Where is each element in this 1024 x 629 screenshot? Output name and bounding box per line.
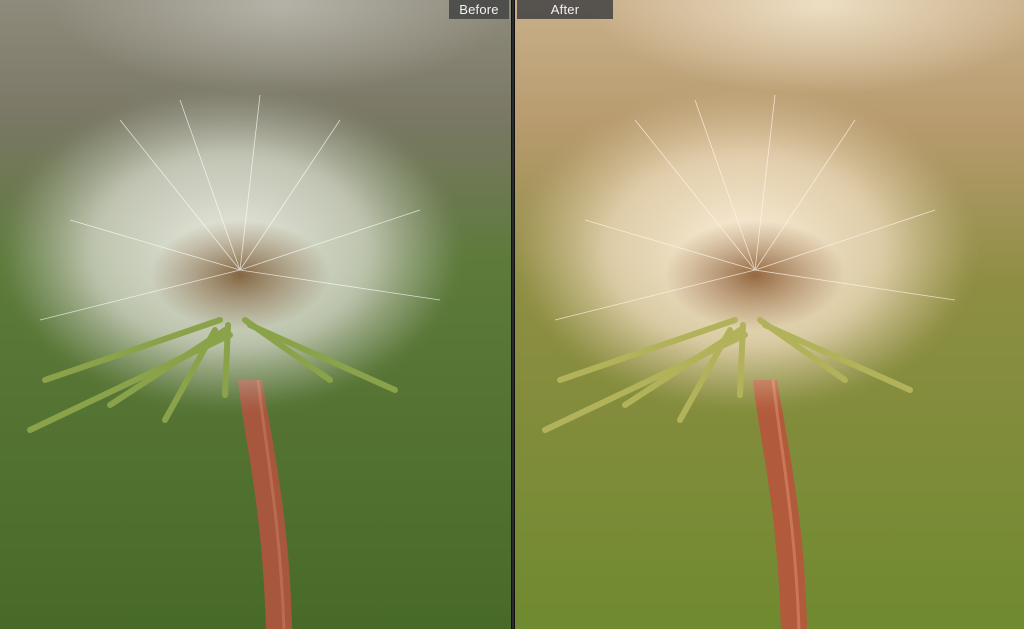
before-image-pane[interactable] — [0, 0, 511, 629]
after-label: After — [517, 0, 613, 19]
before-label: Before — [449, 0, 509, 19]
after-photo — [515, 0, 1024, 629]
before-after-viewer: Before After — [0, 0, 1024, 629]
before-photo — [0, 0, 511, 629]
after-image-pane[interactable] — [515, 0, 1024, 629]
